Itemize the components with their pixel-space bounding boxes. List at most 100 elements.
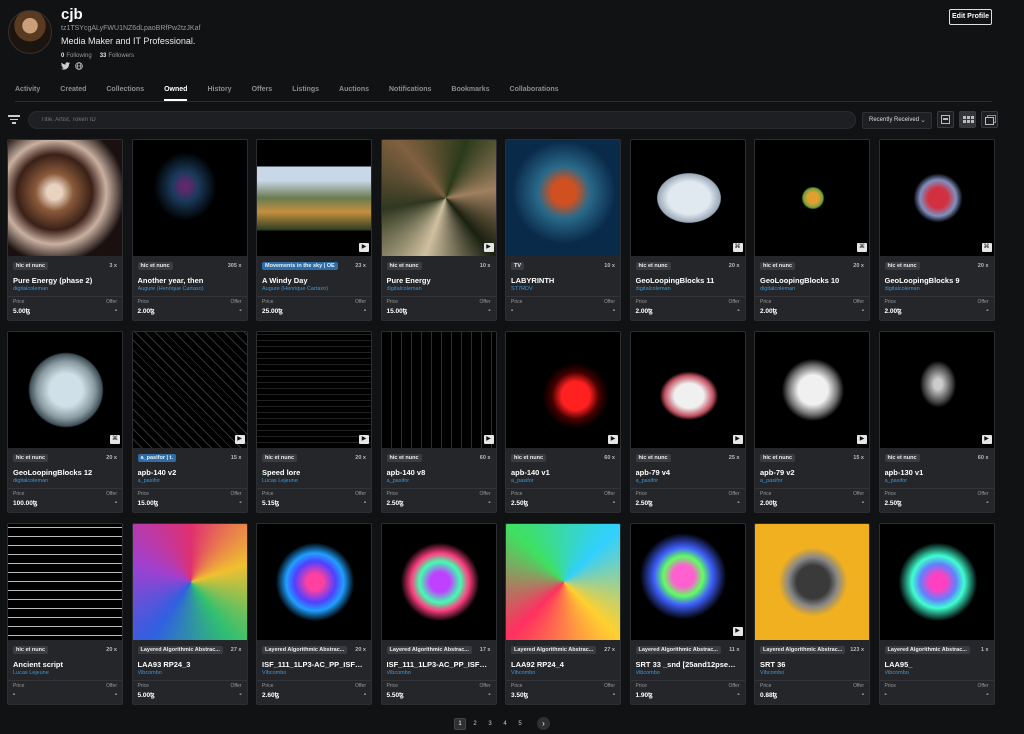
token-thumbnail[interactable]: ▶ [381, 140, 496, 256]
token-title[interactable]: Pure Energy [387, 276, 491, 285]
artist-link[interactable]: Augure (Henrique Cartaxo) [138, 286, 242, 292]
collection-tag[interactable]: Layered Algorithmic Abstrac... [884, 645, 970, 654]
page-1-button[interactable]: 1 [454, 717, 466, 730]
token-thumbnail[interactable] [132, 140, 247, 256]
artist-link[interactable]: a_pasifor [636, 478, 740, 484]
token-thumbnail[interactable]: ▶ [755, 332, 869, 448]
artist-link[interactable]: ST7RDV [511, 286, 615, 292]
token-card[interactable]: Layered Algorithmic Abstrac... 27 x LAA92 … [505, 523, 621, 705]
token-title[interactable]: LAA92 RP24_4 [511, 660, 615, 669]
collection-tag[interactable]: hic et nunc [884, 261, 920, 270]
artist-link[interactable]: a_pasifor [760, 478, 864, 484]
artist-link[interactable]: Lucas Lejeune [262, 478, 366, 484]
token-card[interactable]: hic et nunc 305 x Another year, then Augure… [131, 139, 248, 321]
collection-tag[interactable]: hic et nunc [386, 453, 422, 462]
collection-tag[interactable]: Layered Algorithmic Abstrac... [386, 645, 472, 654]
token-thumbnail[interactable]: ▶ [879, 332, 994, 448]
artist-link[interactable]: digitalcoleman [885, 286, 989, 292]
token-title[interactable]: LAA95_ [885, 660, 989, 669]
token-thumbnail[interactable]: ⌘ [755, 140, 869, 256]
token-thumbnail[interactable]: ⌘ [630, 140, 745, 256]
token-card[interactable]: Layered Algorithmic Abstrac... 20 x ISF_11… [256, 523, 372, 705]
twitter-icon[interactable] [61, 62, 70, 72]
tab-auctions[interactable]: Auctions [339, 82, 369, 101]
tab-collections[interactable]: Collections [106, 82, 144, 101]
token-title[interactable]: SRT 33 _snd [25and12pseudo r... [636, 660, 740, 669]
token-thumbnail[interactable] [132, 524, 247, 640]
token-title[interactable]: apb-140 v8 [387, 468, 491, 477]
token-title[interactable]: Pure Energy (phase 2) [13, 276, 117, 285]
tab-collaborations[interactable]: Collaborations [510, 82, 559, 101]
token-thumbnail[interactable]: ▶ [132, 332, 247, 448]
token-card[interactable]: Layered Algorithmic Abstrac... 123 x SRT 3… [754, 523, 870, 705]
token-card[interactable]: ▶ hic et nunc 10 x Pure Energy digitalcolema… [380, 139, 497, 321]
chevron-right-icon[interactable]: › [537, 717, 550, 730]
token-card[interactable]: Layered Algorithmic Abstrac... 27 x LAA93 … [131, 523, 248, 705]
token-card[interactable]: ▶ a_pasifor | t. 15 x apb-140 v2 a_pasifor Pr… [131, 331, 248, 513]
token-thumbnail[interactable]: ▶ [257, 332, 371, 448]
token-card[interactable]: ▶ hic et nunc 20 x Speed lore Lucas Lejeune P… [256, 331, 372, 513]
token-title[interactable]: Speed lore [262, 468, 366, 477]
token-thumbnail[interactable] [879, 524, 994, 640]
search-input[interactable] [28, 111, 856, 129]
collection-tag[interactable]: hic et nunc [13, 453, 49, 462]
collection-tag[interactable]: Layered Algorithmic Abstrac... [635, 645, 721, 654]
page-4-button[interactable]: 4 [499, 718, 511, 730]
token-thumbnail[interactable]: ▶ [257, 140, 371, 256]
wallet-address[interactable]: tz1TSYcgALyFWU1NZ6dLpaoBRfPw2tzJKaf [61, 24, 461, 34]
token-thumbnail[interactable]: ▶ [506, 332, 620, 448]
collection-tag[interactable]: a_pasifor | t. [137, 453, 176, 462]
token-title[interactable]: LABYRINTH [511, 276, 615, 285]
page-3-button[interactable]: 3 [484, 718, 496, 730]
edit-profile-button[interactable]: Edit Profile [949, 9, 992, 25]
artist-link[interactable]: Vibcombo [387, 670, 491, 676]
artist-link[interactable]: Vibcombo [885, 670, 989, 676]
grid-view-icon[interactable] [959, 111, 976, 128]
token-card[interactable]: ⌘ hic et nunc 20 x GeoLoopingBlocks 12 digit… [7, 331, 123, 513]
tab-bookmarks[interactable]: Bookmarks [451, 82, 489, 101]
token-thumbnail[interactable] [8, 140, 122, 256]
artist-link[interactable]: Vibcombo [760, 670, 864, 676]
artist-link[interactable]: Vibcombo [636, 670, 740, 676]
token-card[interactable]: ▶ Movements in the sky | OE 23 x A Windy Da… [256, 139, 372, 321]
tab-offers[interactable]: Offers [252, 82, 273, 101]
token-card[interactable]: Layered Algorithmic Abstrac... 17 x ISF_11… [380, 523, 497, 705]
token-card[interactable]: ▶ hic et nunc 60 x apb-140 v8 a_pasifor Price… [380, 331, 497, 513]
token-title[interactable]: A Windy Day [262, 276, 366, 285]
filter-icon[interactable] [8, 113, 20, 125]
collection-tag[interactable]: hic et nunc [760, 453, 796, 462]
collection-tag[interactable]: hic et nunc [262, 453, 298, 462]
token-title[interactable]: Another year, then [138, 276, 242, 285]
token-thumbnail[interactable]: ▶ [630, 332, 745, 448]
collection-tag[interactable]: hic et nunc [760, 261, 796, 270]
token-card[interactable]: ▶ hic et nunc 60 x apb-140 v1 a_pasifor Price… [505, 331, 621, 513]
collection-tag[interactable]: hic et nunc [13, 645, 49, 654]
artist-link[interactable]: digitalcoleman [760, 286, 864, 292]
collection-tag[interactable]: hic et nunc [137, 261, 173, 270]
token-card[interactable]: ▶ hic et nunc 25 x apb-79 v4 a_pasifor Price O… [629, 331, 746, 513]
token-title[interactable]: GeoLoopingBlocks 12 [13, 468, 117, 477]
token-card[interactable]: ▶ Layered Algorithmic Abstrac... 11 x SRT 3… [629, 523, 746, 705]
token-title[interactable]: ISF_111_1LP3-AC_PP_ISFL1135 [262, 660, 366, 669]
tab-history[interactable]: History [207, 82, 231, 101]
collection-tag[interactable]: hic et nunc [13, 261, 49, 270]
token-title[interactable]: GeoLoopingBlocks 10 [760, 276, 864, 285]
artist-link[interactable]: a_pasifor [885, 478, 989, 484]
token-thumbnail[interactable] [257, 524, 371, 640]
token-title[interactable]: apb-140 v2 [138, 468, 242, 477]
token-card[interactable]: Layered Algorithmic Abstrac... 1 x LAA95_ V… [878, 523, 995, 705]
sort-select[interactable]: Recently Received ⌄ [862, 112, 932, 129]
collection-tag[interactable]: Layered Algorithmic Abstrac... [760, 645, 846, 654]
token-title[interactable]: GeoLoopingBlocks 11 [636, 276, 740, 285]
artist-link[interactable]: Lucas Lejeune [13, 670, 117, 676]
token-card[interactable]: TV 10 x LABYRINTH ST7RDV Price Offer - - [505, 139, 621, 321]
token-card[interactable]: ⌘ hic et nunc 20 x GeoLoopingBlocks 11 digit… [629, 139, 746, 321]
artist-link[interactable]: Vibcombo [138, 670, 242, 676]
artist-link[interactable]: digitalcoleman [13, 286, 117, 292]
page-5-button[interactable]: 5 [514, 718, 526, 730]
token-title[interactable]: GeoLoopingBlocks 9 [885, 276, 989, 285]
followers-stat[interactable]: 33 Followers [100, 53, 134, 59]
token-title[interactable]: apb-79 v4 [636, 468, 740, 477]
token-title[interactable]: ISF_111_1LP3-AC_PP_ISFL1136 [387, 660, 491, 669]
collection-tag[interactable]: Layered Algorithmic Abstrac... [511, 645, 597, 654]
